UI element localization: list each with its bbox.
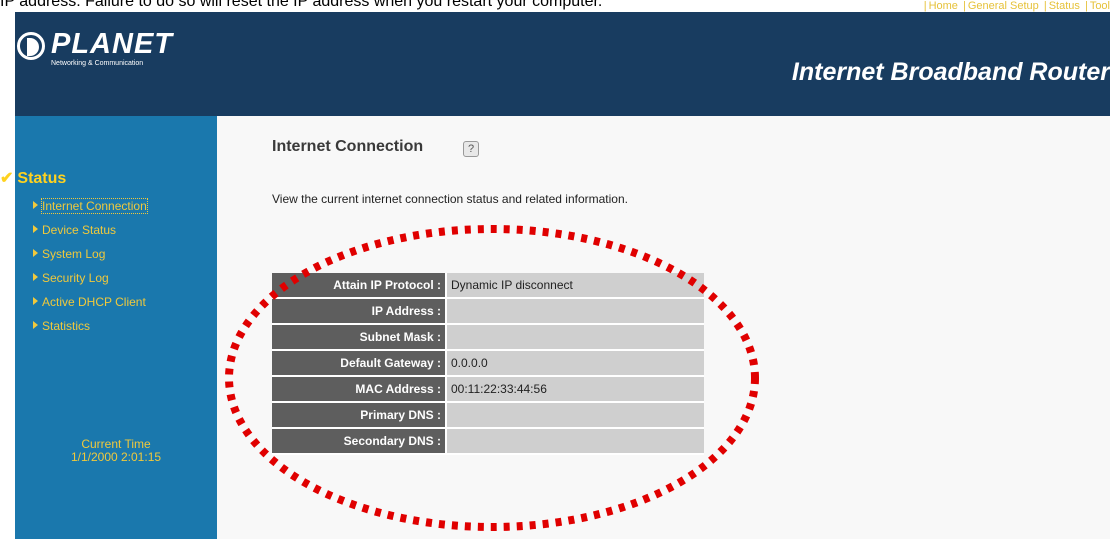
top-nav: | Home | General Setup | Status | Tool: [923, 0, 1110, 12]
row-value: [447, 429, 704, 455]
row-key: Attain IP Protocol :: [272, 273, 447, 299]
check-icon: ✔: [0, 170, 14, 187]
logo-text: PLANET: [51, 28, 173, 60]
page-title: Internet Connection: [272, 138, 424, 155]
triangle-arrow-icon: [33, 225, 38, 233]
row-key: Default Gateway :: [272, 351, 447, 377]
left-border: [0, 12, 15, 539]
table-row: IP Address :: [272, 299, 704, 325]
planet-logo-icon: [17, 32, 45, 60]
sidebar-item-security-log[interactable]: Security Log: [33, 271, 109, 285]
triangle-arrow-icon: [33, 321, 38, 329]
logo-tagline: Networking & Communication: [51, 60, 144, 67]
triangle-arrow-icon: [33, 297, 38, 305]
nav-status[interactable]: Status: [1049, 0, 1080, 12]
row-key: Primary DNS :: [272, 403, 447, 429]
sidebar-item-label: Internet Connection: [41, 198, 148, 214]
nav-home[interactable]: Home: [929, 0, 958, 12]
table-row: Secondary DNS :: [272, 429, 704, 455]
row-value: [447, 325, 704, 351]
nav-tool[interactable]: Tool: [1090, 0, 1110, 12]
help-icon[interactable]: ?: [463, 141, 479, 157]
triangle-arrow-icon: [33, 201, 38, 209]
current-time-value: 1/1/2000 2:01:15: [70, 450, 162, 464]
triangle-arrow-icon: [33, 273, 38, 281]
table-row: MAC Address :00:11:22:33:44:56: [272, 377, 704, 403]
nav-general-setup[interactable]: General Setup: [968, 0, 1039, 12]
sidebar-item-label: System Log: [42, 247, 106, 261]
row-key: Secondary DNS :: [272, 429, 447, 455]
sidebar-item-statistics[interactable]: Statistics: [33, 319, 90, 333]
sidebar: ✔ Status Internet Connection Device Statu…: [0, 116, 217, 539]
sidebar-section-status[interactable]: ✔ Status: [0, 168, 66, 188]
product-title: Internet Broadband Router: [791, 58, 1110, 86]
row-key: Subnet Mask :: [272, 325, 447, 351]
sidebar-item-label: Statistics: [42, 319, 91, 333]
triangle-arrow-icon: [33, 249, 38, 257]
row-value: [447, 403, 704, 429]
table-row: Attain IP Protocol : Dynamic IP disconnec…: [272, 273, 704, 299]
row-value: 0.0.0.0: [447, 351, 704, 377]
planet-logo[interactable]: PLANET Networking & Communication: [15, 26, 185, 76]
row-value: Dynamic IP disconnect: [447, 273, 704, 299]
sidebar-item-label: Device Status: [42, 223, 117, 237]
sidebar-item-device-status[interactable]: Device Status: [33, 223, 116, 237]
row-value: 00:11:22:33:44:56: [447, 377, 704, 403]
sidebar-item-system-log[interactable]: System Log: [33, 247, 105, 261]
row-key: MAC Address :: [272, 377, 447, 403]
sidebar-item-internet-connection[interactable]: Internet Connection: [33, 198, 148, 214]
header: PLANET Networking & Communication | Home …: [15, 0, 1110, 116]
table-row: Default Gateway :0.0.0.0: [272, 351, 704, 377]
main-content: Internet Connection ? View the current i…: [217, 116, 1110, 539]
table-row: Primary DNS :: [272, 403, 704, 429]
connection-info-table: Attain IP Protocol : Dynamic IP disconnec…: [272, 273, 704, 455]
sidebar-section-label: Status: [17, 170, 67, 187]
sidebar-item-active-dhcp-client[interactable]: Active DHCP Client: [33, 295, 146, 309]
row-value: [447, 299, 704, 325]
table-row: Subnet Mask :: [272, 325, 704, 351]
sidebar-item-label: Active DHCP Client: [42, 295, 146, 309]
page-description: View the current internet connection sta…: [272, 192, 628, 206]
row-key: IP Address :: [272, 299, 447, 325]
sidebar-item-label: Security Log: [42, 271, 109, 285]
current-time-box: Current Time 1/1/2000 2:01:15: [15, 438, 217, 464]
